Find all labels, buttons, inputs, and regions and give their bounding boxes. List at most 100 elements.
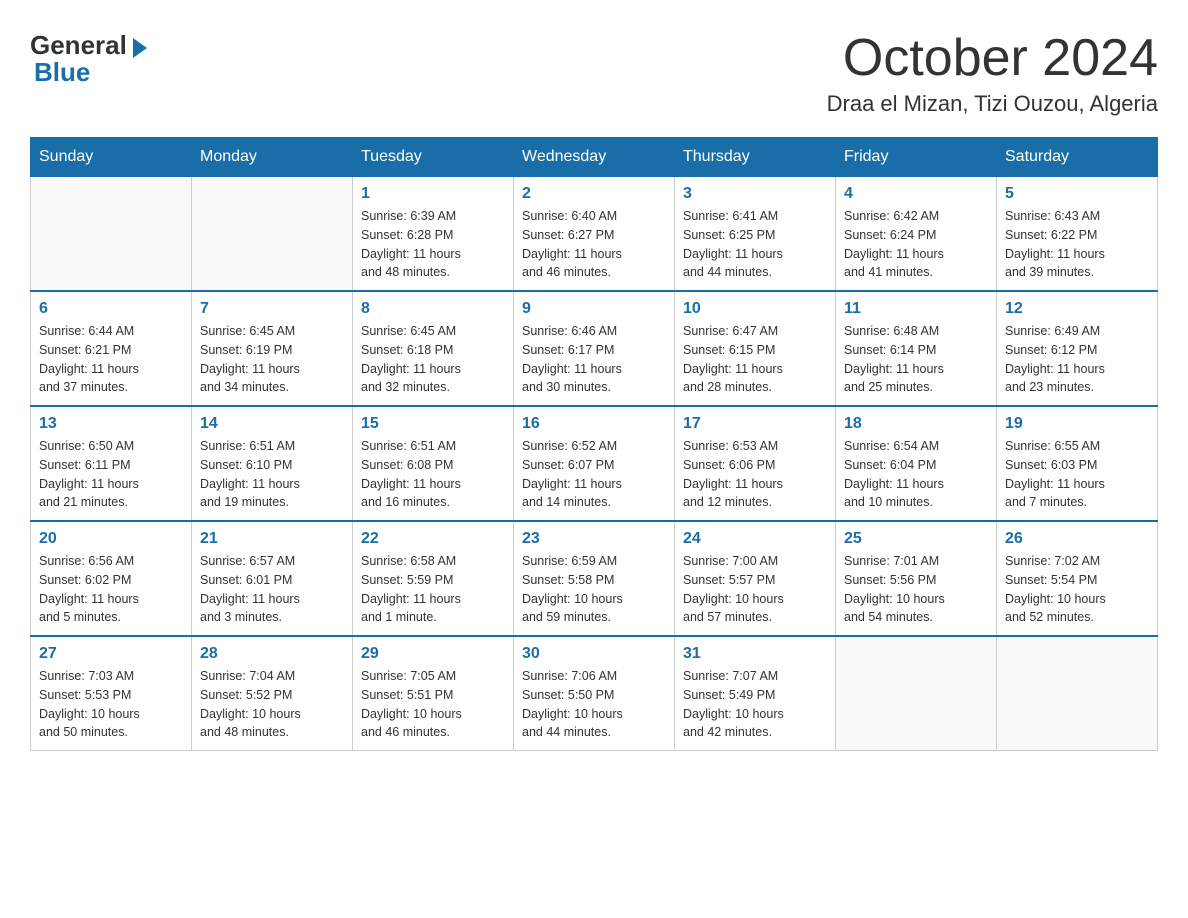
day-info: Sunrise: 6:49 AMSunset: 6:12 PMDaylight:… (1005, 322, 1149, 397)
day-number: 3 (683, 185, 827, 203)
calendar-cell: 12 Sunrise: 6:49 AMSunset: 6:12 PMDayligh… (997, 291, 1158, 406)
calendar-header-friday: Friday (836, 138, 997, 177)
day-number: 16 (522, 415, 666, 433)
day-info: Sunrise: 6:41 AMSunset: 6:25 PMDaylight:… (683, 207, 827, 282)
day-info: Sunrise: 6:59 AMSunset: 5:58 PMDaylight:… (522, 552, 666, 627)
day-info: Sunrise: 6:40 AMSunset: 6:27 PMDaylight:… (522, 207, 666, 282)
day-number: 29 (361, 645, 505, 663)
day-info: Sunrise: 7:07 AMSunset: 5:49 PMDaylight:… (683, 667, 827, 742)
calendar-week-row: 6 Sunrise: 6:44 AMSunset: 6:21 PMDaylight… (31, 291, 1158, 406)
day-info: Sunrise: 6:53 AMSunset: 6:06 PMDaylight:… (683, 437, 827, 512)
calendar-header-saturday: Saturday (997, 138, 1158, 177)
day-number: 26 (1005, 530, 1149, 548)
calendar-cell: 13 Sunrise: 6:50 AMSunset: 6:11 PMDayligh… (31, 406, 192, 521)
day-number: 18 (844, 415, 988, 433)
day-number: 13 (39, 415, 183, 433)
calendar-cell: 5Sunrise: 6:43 AMSunset: 6:22 PMDaylight… (997, 177, 1158, 292)
calendar-cell: 7Sunrise: 6:45 AMSunset: 6:19 PMDaylight… (192, 291, 353, 406)
day-number: 11 (844, 300, 988, 318)
day-number: 23 (522, 530, 666, 548)
calendar-week-row: 27 Sunrise: 7:03 AMSunset: 5:53 PMDayligh… (31, 636, 1158, 751)
page-header: General Blue October 2024 Draa el Mizan,… (30, 30, 1158, 117)
day-number: 24 (683, 530, 827, 548)
day-number: 6 (39, 300, 183, 318)
calendar-cell: 19Sunrise: 6:55 AMSunset: 6:03 PMDayligh… (997, 406, 1158, 521)
day-info: Sunrise: 7:01 AMSunset: 5:56 PMDaylight:… (844, 552, 988, 627)
day-info: Sunrise: 6:44 AMSunset: 6:21 PMDaylight:… (39, 322, 183, 397)
calendar-cell: 14 Sunrise: 6:51 AMSunset: 6:10 PMDayligh… (192, 406, 353, 521)
day-info: Sunrise: 7:05 AMSunset: 5:51 PMDaylight:… (361, 667, 505, 742)
calendar-cell: 21 Sunrise: 6:57 AMSunset: 6:01 PMDayligh… (192, 521, 353, 636)
calendar-cell: 17Sunrise: 6:53 AMSunset: 6:06 PMDayligh… (675, 406, 836, 521)
day-number: 10 (683, 300, 827, 318)
day-number: 7 (200, 300, 344, 318)
calendar-header-wednesday: Wednesday (514, 138, 675, 177)
day-info: Sunrise: 6:42 AMSunset: 6:24 PMDaylight:… (844, 207, 988, 282)
calendar-cell: 23 Sunrise: 6:59 AMSunset: 5:58 PMDayligh… (514, 521, 675, 636)
calendar-table: SundayMondayTuesdayWednesdayThursdayFrid… (30, 137, 1158, 751)
calendar-cell: 20Sunrise: 6:56 AMSunset: 6:02 PMDayligh… (31, 521, 192, 636)
day-info: Sunrise: 6:48 AMSunset: 6:14 PMDaylight:… (844, 322, 988, 397)
calendar-cell: 30 Sunrise: 7:06 AMSunset: 5:50 PMDayligh… (514, 636, 675, 751)
day-number: 4 (844, 185, 988, 203)
day-number: 15 (361, 415, 505, 433)
day-info: Sunrise: 7:02 AMSunset: 5:54 PMDaylight:… (1005, 552, 1149, 627)
day-info: Sunrise: 6:52 AMSunset: 6:07 PMDaylight:… (522, 437, 666, 512)
calendar-week-row: 1 Sunrise: 6:39 AMSunset: 6:28 PMDaylight… (31, 177, 1158, 292)
calendar-week-row: 20Sunrise: 6:56 AMSunset: 6:02 PMDayligh… (31, 521, 1158, 636)
day-info: Sunrise: 6:58 AMSunset: 5:59 PMDaylight:… (361, 552, 505, 627)
calendar-cell: 29 Sunrise: 7:05 AMSunset: 5:51 PMDayligh… (353, 636, 514, 751)
calendar-cell (836, 636, 997, 751)
month-title: October 2024 (827, 30, 1158, 87)
calendar-cell: 24 Sunrise: 7:00 AMSunset: 5:57 PMDayligh… (675, 521, 836, 636)
day-number: 1 (361, 185, 505, 203)
day-info: Sunrise: 6:57 AMSunset: 6:01 PMDaylight:… (200, 552, 344, 627)
calendar-cell: 2 Sunrise: 6:40 AMSunset: 6:27 PMDaylight… (514, 177, 675, 292)
calendar-header-monday: Monday (192, 138, 353, 177)
day-info: Sunrise: 7:06 AMSunset: 5:50 PMDaylight:… (522, 667, 666, 742)
day-number: 25 (844, 530, 988, 548)
calendar-cell: 4 Sunrise: 6:42 AMSunset: 6:24 PMDaylight… (836, 177, 997, 292)
day-number: 20 (39, 530, 183, 548)
day-number: 9 (522, 300, 666, 318)
calendar-cell: 9 Sunrise: 6:46 AMSunset: 6:17 PMDaylight… (514, 291, 675, 406)
calendar-cell: 6 Sunrise: 6:44 AMSunset: 6:21 PMDaylight… (31, 291, 192, 406)
logo-blue-text: Blue (34, 57, 90, 88)
calendar-cell: 25 Sunrise: 7:01 AMSunset: 5:56 PMDayligh… (836, 521, 997, 636)
calendar-cell: 27 Sunrise: 7:03 AMSunset: 5:53 PMDayligh… (31, 636, 192, 751)
day-info: Sunrise: 6:50 AMSunset: 6:11 PMDaylight:… (39, 437, 183, 512)
day-number: 12 (1005, 300, 1149, 318)
day-info: Sunrise: 6:45 AMSunset: 6:18 PMDaylight:… (361, 322, 505, 397)
day-info: Sunrise: 7:03 AMSunset: 5:53 PMDaylight:… (39, 667, 183, 742)
calendar-cell: 31Sunrise: 7:07 AMSunset: 5:49 PMDayligh… (675, 636, 836, 751)
day-info: Sunrise: 6:43 AMSunset: 6:22 PMDaylight:… (1005, 207, 1149, 282)
day-number: 2 (522, 185, 666, 203)
calendar-cell: 26 Sunrise: 7:02 AMSunset: 5:54 PMDayligh… (997, 521, 1158, 636)
calendar-cell: 3 Sunrise: 6:41 AMSunset: 6:25 PMDaylight… (675, 177, 836, 292)
day-number: 14 (200, 415, 344, 433)
logo-arrow-icon (133, 38, 147, 58)
calendar-header-sunday: Sunday (31, 138, 192, 177)
calendar-cell (192, 177, 353, 292)
day-info: Sunrise: 6:51 AMSunset: 6:10 PMDaylight:… (200, 437, 344, 512)
calendar-cell: 22Sunrise: 6:58 AMSunset: 5:59 PMDayligh… (353, 521, 514, 636)
day-info: Sunrise: 6:54 AMSunset: 6:04 PMDaylight:… (844, 437, 988, 512)
calendar-cell: 8 Sunrise: 6:45 AMSunset: 6:18 PMDaylight… (353, 291, 514, 406)
day-info: Sunrise: 6:55 AMSunset: 6:03 PMDaylight:… (1005, 437, 1149, 512)
calendar-header-tuesday: Tuesday (353, 138, 514, 177)
calendar-cell (997, 636, 1158, 751)
day-number: 8 (361, 300, 505, 318)
calendar-header-thursday: Thursday (675, 138, 836, 177)
logo: General Blue (30, 30, 147, 88)
day-info: Sunrise: 6:39 AMSunset: 6:28 PMDaylight:… (361, 207, 505, 282)
day-number: 21 (200, 530, 344, 548)
day-info: Sunrise: 6:46 AMSunset: 6:17 PMDaylight:… (522, 322, 666, 397)
calendar-cell: 11 Sunrise: 6:48 AMSunset: 6:14 PMDayligh… (836, 291, 997, 406)
day-number: 27 (39, 645, 183, 663)
location-title: Draa el Mizan, Tizi Ouzou, Algeria (827, 91, 1158, 117)
day-number: 30 (522, 645, 666, 663)
calendar-cell: 10Sunrise: 6:47 AMSunset: 6:15 PMDayligh… (675, 291, 836, 406)
day-info: Sunrise: 7:00 AMSunset: 5:57 PMDaylight:… (683, 552, 827, 627)
calendar-cell: 18 Sunrise: 6:54 AMSunset: 6:04 PMDayligh… (836, 406, 997, 521)
calendar-week-row: 13 Sunrise: 6:50 AMSunset: 6:11 PMDayligh… (31, 406, 1158, 521)
